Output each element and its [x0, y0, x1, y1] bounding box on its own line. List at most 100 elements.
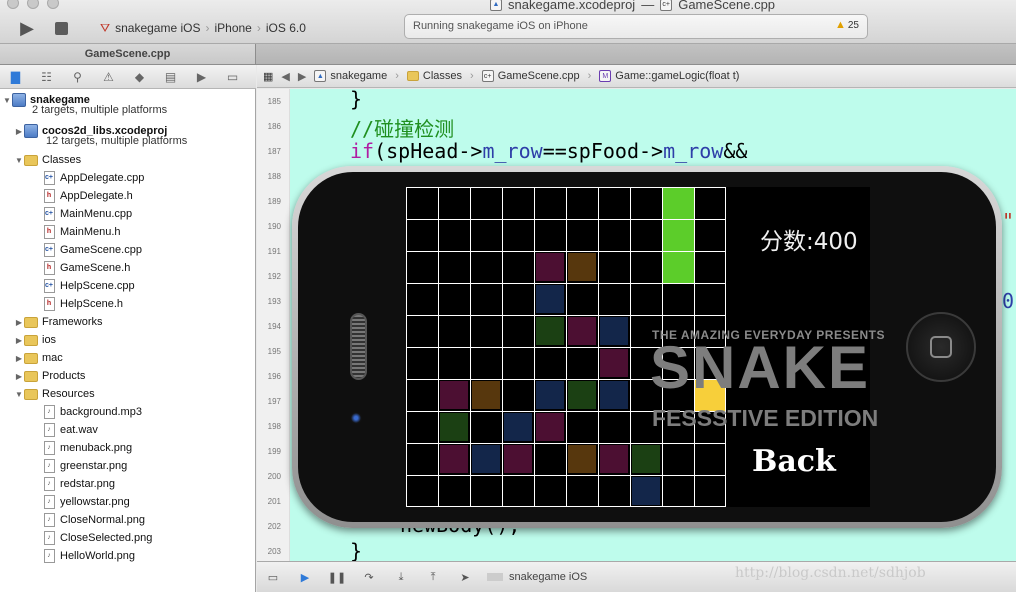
step-out-icon[interactable]: ⤒ [417, 567, 449, 587]
code-edge-fragment: 0 [1002, 289, 1015, 313]
stop-button[interactable] [50, 17, 72, 39]
project-icon: ▲ [314, 70, 327, 82]
close-window-button[interactable] [7, 0, 19, 9]
disclosure-triangle-icon[interactable]: ▶ [14, 354, 24, 363]
tree-file-mainmenu-h[interactable]: h MainMenu.h [0, 223, 256, 241]
tree-file-helpscene-h[interactable]: h HelpScene.h [0, 295, 256, 313]
search-icon[interactable]: ⚲ [62, 65, 93, 89]
tree-file-closeselected-png[interactable]: ♪ CloseSelected.png [0, 529, 256, 547]
tree-item-label: Resources [42, 388, 95, 400]
pause-icon[interactable]: ❚❚ [321, 567, 353, 587]
tree-group-ios[interactable]: ▶ ios [0, 331, 256, 349]
breakpoints-toggle-icon[interactable]: ▶ [289, 567, 321, 587]
tree-file-helpscene-cpp[interactable]: c+ HelpScene.cpp [0, 277, 256, 295]
tree-file-yellowstar-png[interactable]: ♪ yellowstar.png [0, 493, 256, 511]
file-shape: ♪ [43, 531, 55, 545]
line-number: 200 [267, 472, 281, 481]
tree-file-menuback-png[interactable]: ♪ menuback.png [0, 439, 256, 457]
tree-file-gamescene-h[interactable]: h GameScene.h [0, 259, 256, 277]
step-over-icon[interactable]: ↷ [353, 567, 385, 587]
tree-file-eat-wav[interactable]: ♪ eat.wav [0, 421, 256, 439]
camera-icon [350, 412, 362, 424]
log-icon[interactable]: ▭ [217, 65, 248, 89]
disclosure-triangle-icon[interactable]: ▶ [14, 336, 24, 345]
disclosure-triangle-icon[interactable]: ▼ [14, 390, 24, 399]
jump-group[interactable]: Classes [406, 70, 463, 82]
minimize-window-button[interactable] [27, 0, 39, 9]
resource-file-icon: ♪ [42, 477, 56, 491]
step-into-icon[interactable]: ⤓ [385, 567, 417, 587]
tree-file-helloworld-png[interactable]: ♪ HelloWorld.png [0, 547, 256, 565]
related-items-icon[interactable]: ▦ [263, 70, 273, 83]
symbol-navigator-icon[interactable]: ☷ [31, 65, 62, 89]
disclosure-triangle-icon[interactable]: ▶ [14, 372, 24, 381]
background-decoration-block [600, 317, 628, 345]
jump-bar: ▦ ◀ ▶ ▲ snakegame › Classes › c+ GameScene… [257, 65, 1016, 88]
line-number: 187 [267, 147, 281, 156]
line-number: 189 [267, 197, 281, 206]
test-icon[interactable]: ◆ [124, 65, 155, 89]
scheme-selector[interactable]: ⛛ snakegame iOS › iPhone › iOS 6.0 [100, 19, 306, 37]
debug-icon[interactable]: ▤ [155, 65, 186, 89]
tree-file-background-mp3[interactable]: ♪ background.mp3 [0, 403, 256, 421]
activity-status: Running snakegame iOS on iPhone [413, 20, 588, 32]
disclosure-triangle-icon[interactable]: ▶ [14, 318, 24, 327]
back-arrow-icon[interactable]: ◀ [281, 70, 289, 83]
jump-method[interactable]: M Game::gameLogic(float t) [599, 70, 739, 82]
tree-item-label: CloseNormal.png [60, 514, 145, 526]
tree-file-greenstar-png[interactable]: ♪ greenstar.png [0, 457, 256, 475]
tree-group-resources[interactable]: ▼ Resources [0, 385, 256, 403]
disclosure-triangle-icon[interactable]: ▶ [14, 127, 24, 136]
hide-debug-icon[interactable]: ▭ [257, 567, 289, 587]
tree-file-appdelegate-h[interactable]: h AppDelegate.h [0, 187, 256, 205]
background-decoration-block [600, 445, 628, 473]
tab-gamescene[interactable]: GameScene.cpp [0, 44, 256, 64]
cpp-file-icon: c+ [481, 70, 494, 82]
back-button[interactable]: Back [752, 444, 836, 479]
tree-item-label: CloseSelected.png [60, 532, 153, 544]
background-decoration-block [600, 381, 628, 409]
folder-icon [24, 333, 38, 347]
line-number: 188 [267, 172, 281, 181]
tree-item-label: AppDelegate.cpp [60, 172, 145, 184]
file-shape: c+ [43, 171, 55, 185]
file-shape: ♪ [43, 423, 55, 437]
jump-file[interactable]: c+ GameScene.cpp [481, 70, 580, 82]
cpp-file-icon: c+ [42, 279, 56, 293]
line-number: 186 [267, 122, 281, 131]
file-shape: ♪ [43, 549, 55, 563]
device-name[interactable]: iPhone [214, 21, 251, 35]
location-icon[interactable]: ➤ [449, 567, 481, 587]
run-button[interactable]: ▶ [14, 17, 40, 39]
folder-icon [24, 351, 38, 365]
breakpoint-icon[interactable]: ▶ [186, 65, 217, 89]
folder-icon [24, 153, 38, 167]
jump-project[interactable]: ▲ snakegame [314, 70, 387, 82]
code-text: && [723, 139, 748, 163]
forward-arrow-icon[interactable]: ▶ [298, 70, 306, 83]
h-file-icon: h [42, 189, 56, 203]
window-title: ▲ snakegame.xcodeproj — c+ GameScene.cpp [490, 0, 775, 12]
tree-file-appdelegate-cpp[interactable]: c+ AppDelegate.cpp [0, 169, 256, 187]
method-icon: M [599, 70, 612, 82]
tree-group-classes[interactable]: ▼ Classes [0, 151, 256, 169]
tree-file-mainmenu-cpp[interactable]: c+ MainMenu.cpp [0, 205, 256, 223]
tree-file-redstar-png[interactable]: ♪ redstar.png [0, 475, 256, 493]
grid-line-horizontal [406, 315, 726, 316]
tree-file-gamescene-cpp[interactable]: c+ GameScene.cpp [0, 241, 256, 259]
warning-count[interactable]: ▲ 25 [835, 19, 859, 31]
disclosure-triangle-icon[interactable]: ▼ [2, 96, 12, 105]
issue-icon[interactable]: ⚠ [93, 65, 124, 89]
jump-group-label: Classes [422, 70, 463, 82]
background-decoration-block [440, 445, 468, 473]
home-button[interactable] [906, 312, 976, 382]
folder-shape [24, 154, 38, 166]
grid-line-horizontal [406, 251, 726, 252]
tree-file-closenormal-png[interactable]: ♪ CloseNormal.png [0, 511, 256, 529]
tree-group-mac[interactable]: ▶ mac [0, 349, 256, 367]
disclosure-triangle-icon[interactable]: ▼ [14, 156, 24, 165]
folder-icon[interactable]: ▇ [0, 65, 31, 89]
tree-group-products[interactable]: ▶ Products [0, 367, 256, 385]
zoom-window-button[interactable] [47, 0, 59, 9]
tree-group-frameworks[interactable]: ▶ Frameworks [0, 313, 256, 331]
